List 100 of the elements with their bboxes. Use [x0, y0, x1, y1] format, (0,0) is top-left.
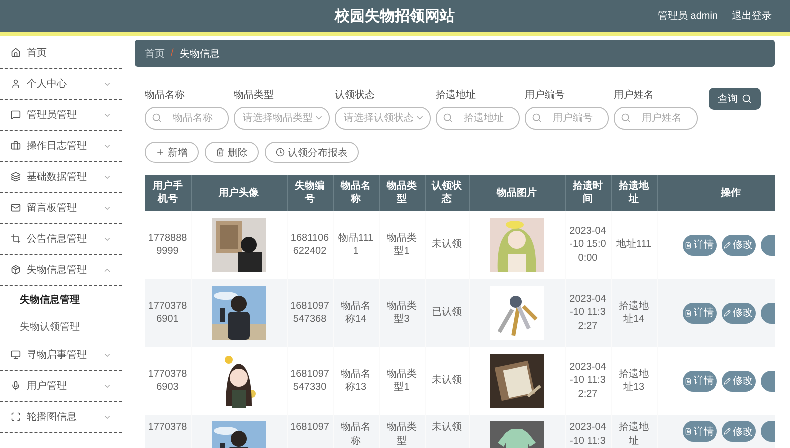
action-button[interactable]: 详情 — [682, 370, 716, 392]
filter-label: 物品类型 — [234, 88, 275, 102]
clock-icon — [276, 148, 285, 157]
toolbar-button[interactable]: 认领分布报表 — [265, 142, 359, 163]
search-field[interactable]: 用户姓名 — [614, 107, 698, 130]
query-button[interactable]: 查询 — [709, 88, 761, 110]
plus-icon — [156, 148, 165, 157]
action-button[interactable]: 详情 — [682, 302, 716, 324]
site-title: 校园失物招领网站 — [335, 6, 455, 26]
logout-link[interactable]: 退出登录 — [732, 9, 772, 23]
action-button[interactable]: 修改 — [722, 370, 756, 392]
menu-icon — [11, 172, 21, 182]
table-cell: 未认领 — [432, 422, 462, 433]
filter-label: 认领状态 — [335, 88, 376, 102]
search-field[interactable]: 物品名称 — [145, 107, 229, 130]
sidebar-item[interactable]: 留言板管理 — [0, 193, 122, 224]
pencil-icon — [724, 428, 731, 435]
sidebar-item[interactable]: 个人中心 — [0, 69, 122, 100]
pencil-icon — [724, 378, 731, 384]
search-field[interactable]: 拾遗地址 — [436, 107, 520, 130]
action-button[interactable]: 修改 — [722, 234, 756, 256]
menu-icon — [11, 412, 21, 422]
menu-icon — [11, 265, 21, 275]
column-header: 物品名称 — [333, 175, 379, 211]
table-cell: 物品类型 — [387, 422, 417, 446]
sidebar-item[interactable]: 公告信息管理 — [0, 224, 122, 255]
action-button[interactable]: 详情 — [682, 421, 716, 442]
toolbar-button[interactable]: 新增 — [145, 142, 199, 163]
sidebar-item[interactable]: 轮播图信息 — [0, 402, 122, 433]
toolbar-button[interactable]: 删除 — [205, 142, 259, 163]
table-cell: 17703786903 — [148, 368, 188, 393]
action-button[interactable]: 修改 — [722, 421, 756, 442]
menu-icon — [11, 48, 21, 58]
search-icon — [621, 113, 631, 123]
select-field[interactable]: 请选择认领状态 — [335, 107, 431, 130]
search-field[interactable]: 用户编号 — [525, 107, 609, 130]
menu-icon — [11, 141, 21, 151]
table-cell: 17788889999 — [148, 232, 188, 257]
document-icon — [685, 378, 692, 384]
filter-label: 用户姓名 — [614, 88, 655, 102]
table-cell: 物品类型1 — [387, 368, 417, 393]
sidebar-item[interactable]: 操作日志管理 — [0, 131, 122, 162]
menu-icon — [11, 381, 21, 391]
filter-label: 拾遗地址 — [436, 88, 477, 102]
column-header: 拾遗地址 — [611, 175, 657, 211]
table-cell: 未认领 — [432, 239, 462, 250]
table-cell: 物品名称13 — [341, 368, 371, 393]
table-cell: 已认领 — [432, 307, 462, 318]
table-cell: 物品名称14 — [341, 300, 371, 325]
table-cell: 1681097547368 — [290, 300, 330, 325]
sidebar-item[interactable]: 基础数据管理 — [0, 162, 122, 193]
column-header: 用户手机号 — [145, 175, 191, 211]
breadcrumb-link[interactable]: 首页 — [145, 46, 165, 60]
document-icon — [685, 428, 692, 435]
column-header: 操作 — [657, 175, 775, 211]
sidebar-item[interactable]: 寻物启事管理 — [0, 340, 122, 371]
search-icon — [532, 113, 542, 123]
breadcrumb-separator: / — [171, 48, 174, 59]
table-cell: 2023-04-10 15:00:00 — [570, 226, 606, 264]
sidebar-item[interactable]: 用户管理 — [0, 371, 122, 402]
table-cell: 2023-04-10 11:32:27 — [570, 294, 606, 332]
menu-icon — [11, 110, 21, 120]
sidebar-item[interactable]: 首页 — [0, 38, 122, 69]
sidebar-item[interactable]: 失物信息管理 — [0, 255, 122, 286]
table-cell: 拾遗地址13 — [619, 368, 649, 393]
breadcrumb-link[interactable]: 失物信息 — [180, 46, 220, 60]
column-header: 认领状态 — [425, 175, 469, 211]
submenu-item[interactable]: 失物信息管理 — [0, 286, 122, 313]
select-field[interactable]: 请选择物品类型 — [234, 107, 330, 130]
table-cell: 物品类型3 — [387, 300, 417, 325]
table-cell: 1681106622402 — [290, 232, 330, 257]
submenu-item[interactable]: 失物认领管理 — [0, 313, 122, 340]
action-button[interactable]: 详情 — [682, 234, 716, 256]
column-header: 物品类型 — [379, 175, 425, 211]
action-button[interactable]: 修改 — [722, 302, 756, 324]
table-cell: 17703786901 — [148, 300, 188, 325]
filter-label: 物品名称 — [145, 89, 186, 102]
column-header: 物品图片 — [469, 175, 565, 211]
search-icon — [152, 113, 162, 123]
pencil-icon — [724, 242, 731, 248]
table-cell: 2023-04-10 11:32:27 — [570, 362, 606, 400]
filter-label: 用户编号 — [525, 88, 566, 102]
table-cell: 1681097 — [290, 422, 330, 433]
menu-icon — [11, 203, 21, 213]
table-cell: 未认领 — [432, 375, 462, 386]
document-icon — [685, 242, 692, 248]
table-cell: 1770378 — [148, 422, 188, 433]
table-cell: 地址111 — [616, 239, 652, 250]
pencil-icon — [724, 310, 731, 316]
table-cell: 1681097547330 — [290, 368, 330, 393]
search-icon — [742, 94, 752, 104]
menu-icon — [11, 79, 21, 89]
menu-icon — [11, 350, 21, 360]
user-label: 管理员 admin — [658, 10, 718, 23]
sidebar-item[interactable]: 管理员管理 — [0, 100, 122, 131]
column-header: 失物编号 — [287, 175, 333, 211]
table-cell: 物品类型1 — [387, 232, 417, 257]
table-cell: 2023-04-10 11:3 — [570, 422, 606, 446]
column-header: 拾遗时间 — [565, 175, 611, 211]
table-cell: 物品名称 — [341, 422, 371, 446]
